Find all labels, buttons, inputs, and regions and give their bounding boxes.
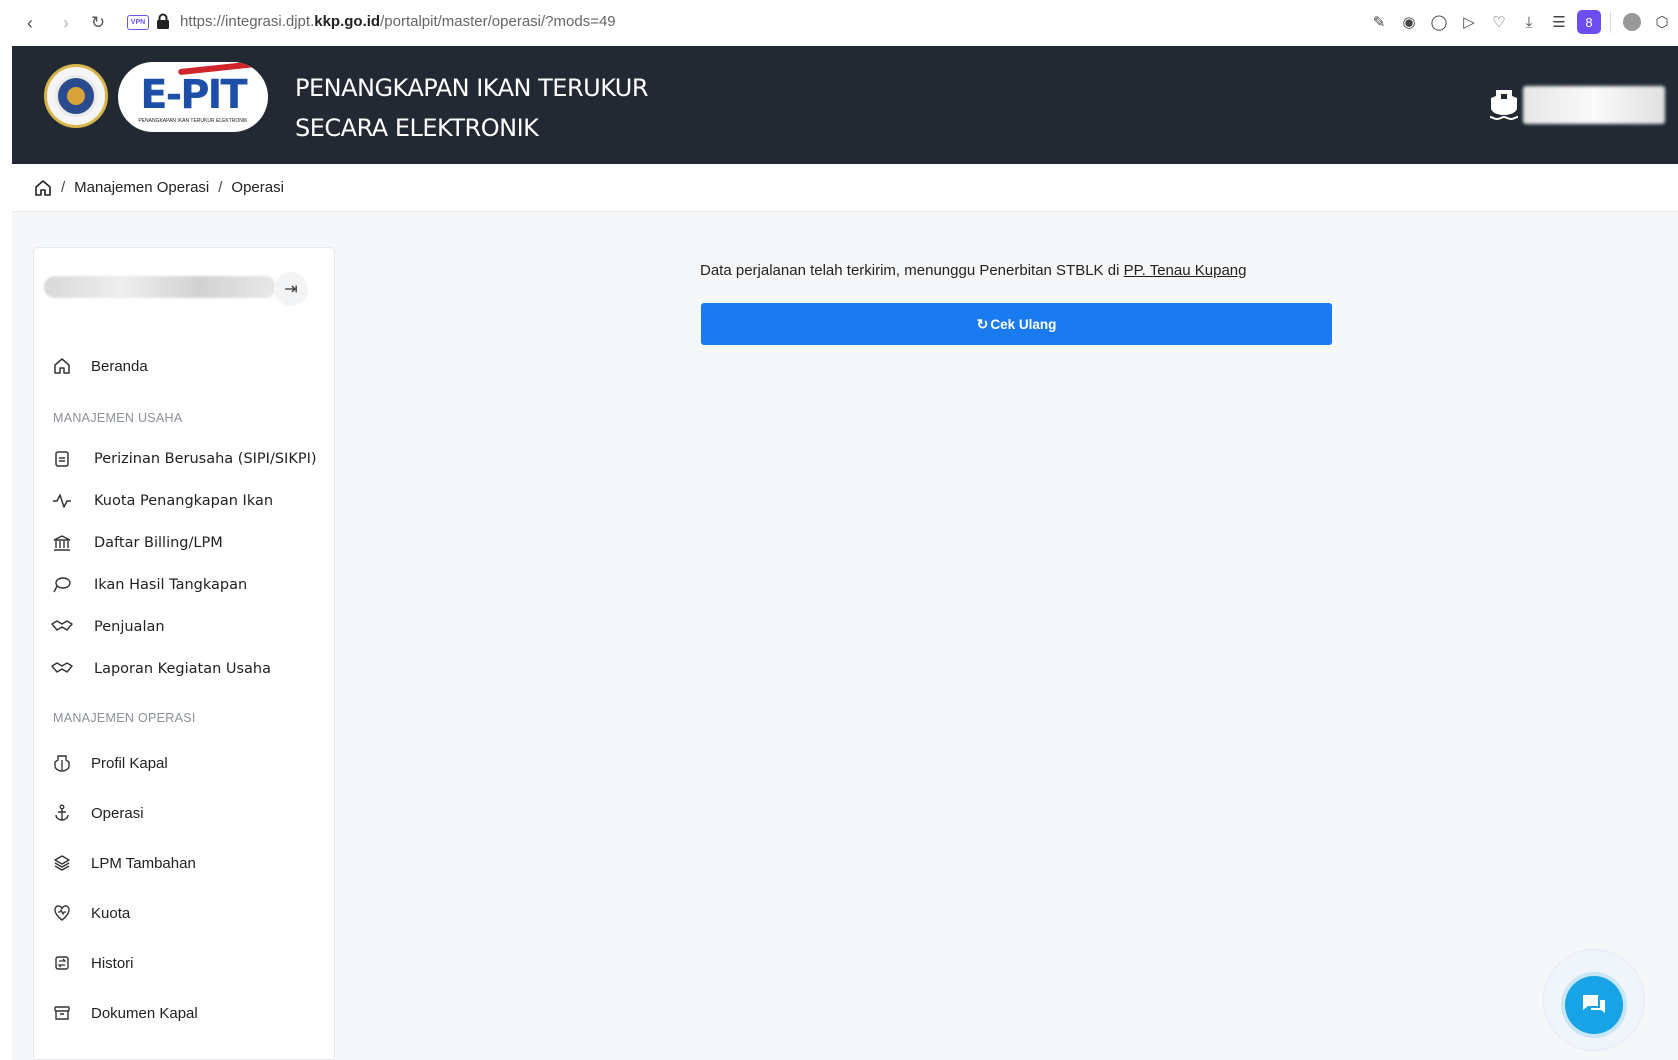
status-message: Data perjalanan telah terkirim, menunggu… (700, 262, 1360, 279)
breadcrumb-separator: / (61, 179, 66, 196)
epit-logo-subtext: PENANGKAPAN IKAN TERUKUR ELEKTRONIK (138, 118, 248, 124)
url-domain: kkp.go.id (314, 13, 381, 30)
vpn-badge[interactable]: VPN (127, 15, 149, 30)
sidebar-item-dokumen-kapal[interactable]: Dokumen Kapal (51, 998, 198, 1028)
app-title: PENANGKAPAN IKAN TERUKUR SECARA ELEKTRON… (295, 68, 649, 148)
breadcrumb-item-operasi: Operasi (231, 179, 284, 196)
document-icon (51, 448, 73, 470)
kkp-logo[interactable] (44, 64, 108, 128)
anchor-icon (51, 802, 73, 824)
lock-icon (156, 13, 170, 35)
refresh-icon: ↻ (976, 315, 989, 332)
app-title-line2: SECARA ELEKTRONIK (295, 114, 539, 142)
app-header: E-PIT PENANGKAPAN IKAN TERUKUR ELEKTRONI… (12, 46, 1678, 164)
chat-button[interactable] (1565, 976, 1623, 1034)
archive-icon (51, 1002, 73, 1024)
reload-icon[interactable]: ↻ (87, 12, 109, 34)
activity-icon (51, 490, 73, 512)
menu-icon[interactable]: ☰ (1547, 10, 1571, 34)
sidebar-item-daftar-billing[interactable]: Daftar Billing/LPM (51, 528, 223, 558)
edit-icon[interactable]: ✎ (1367, 10, 1391, 34)
handshake-icon (51, 658, 73, 680)
app-title-line1: PENANGKAPAN IKAN TERUKUR (295, 74, 649, 102)
handshake-icon (51, 616, 73, 638)
sidebar-item-profil-kapal[interactable]: Profil Kapal (51, 748, 168, 778)
sidebar-item-operasi[interactable]: Operasi (51, 798, 144, 828)
camera-icon[interactable]: ◉ (1397, 10, 1421, 34)
company-name-redacted (44, 276, 276, 298)
sidebar-item-kuota[interactable]: Kuota (51, 898, 130, 928)
browser-extensions: ✎ ◉ ◯ ▷ ♡ ⤓ ☰ 8 ⬡ (1367, 10, 1674, 34)
sidebar-item-kuota-penangkapan[interactable]: Kuota Penangkapan Ikan (51, 486, 273, 516)
breadcrumb-item-manajemen-operasi[interactable]: Manajemen Operasi (74, 179, 209, 196)
bank-icon (51, 532, 73, 554)
address-bar[interactable]: https://integrasi.djpt.kkp.go.id/portalp… (180, 13, 616, 30)
adblock-icon[interactable] (1620, 10, 1644, 34)
fish-icon (51, 574, 73, 596)
sidebar-item-ikan-hasil[interactable]: Ikan Hasil Tangkapan (51, 570, 247, 600)
breadcrumb-separator: / (218, 179, 223, 196)
url-prefix: https://integrasi.djpt. (180, 13, 315, 30)
ship-icon (51, 752, 73, 774)
sidebar-item-label: Kuota (91, 904, 131, 922)
sidebar-item-label: Ikan Hasil Tangkapan (94, 577, 248, 593)
home-icon[interactable] (34, 179, 52, 197)
epit-logo-text: E-PIT (140, 72, 247, 118)
sidebar-item-label: Laporan Kegiatan Usaha (94, 661, 272, 677)
sidebar-item-label: Penjualan (94, 619, 165, 635)
sidebar-item-perizinan[interactable]: Perizinan Berusaha (SIPI/SIKPI) (51, 444, 317, 474)
shield-icon[interactable]: ◯ (1427, 10, 1451, 34)
download-icon[interactable]: ⤓ (1517, 10, 1541, 34)
sidebar-item-laporan-kegiatan[interactable]: Laporan Kegiatan Usaha (51, 654, 271, 684)
layers-icon (51, 852, 73, 874)
sidebar-item-label: Kuota Penangkapan Ikan (94, 493, 274, 509)
sidebar-item-penjualan[interactable]: Penjualan (51, 612, 165, 642)
heart-pulse-icon (51, 902, 73, 924)
browser-toolbar: ‹ › ↻ VPN https://integrasi.djpt.kkp.go.… (0, 0, 1678, 46)
section-manajemen-operasi: MANAJEMEN OPERASI (53, 711, 196, 725)
cek-ulang-button[interactable]: ↻ Cek Ulang (701, 303, 1332, 345)
sidebar-item-label: Beranda (91, 357, 148, 375)
sidebar-item-histori[interactable]: Histori (51, 948, 134, 978)
breadcrumb: / Manajemen Operasi / Operasi (12, 164, 1678, 212)
user-name-redacted[interactable] (1523, 86, 1665, 124)
sidebar: ⇥ Beranda MANAJEMEN USAHA Perizinan Beru… (33, 247, 335, 1060)
port-link[interactable]: PP. Tenau Kupang (1124, 262, 1247, 279)
sidebar-item-label: Dokumen Kapal (91, 1004, 198, 1022)
sidebar-item-beranda[interactable]: Beranda (51, 351, 148, 381)
heart-icon[interactable]: ♡ (1487, 10, 1511, 34)
sidebar-item-label: Daftar Billing/LPM (94, 535, 223, 551)
play-icon[interactable]: ▷ (1457, 10, 1481, 34)
sidebar-item-lpm-tambahan[interactable]: LPM Tambahan (51, 848, 196, 878)
forward-icon[interactable]: › (55, 12, 77, 34)
chat-icon (1583, 995, 1605, 1013)
epit-logo[interactable]: E-PIT PENANGKAPAN IKAN TERUKUR ELEKTRONI… (118, 62, 268, 132)
url-path: /portalpit/master/operasi/?mods=49 (380, 13, 616, 30)
sidebar-item-label: Operasi (91, 804, 144, 822)
section-manajemen-usaha: MANAJEMEN USAHA (53, 411, 183, 425)
collapse-icon: ⇥ (284, 281, 298, 298)
home-icon (51, 355, 73, 377)
sidebar-item-label: Histori (91, 954, 134, 972)
extension-badge[interactable]: 8 (1577, 10, 1601, 34)
history-icon (51, 952, 73, 974)
back-icon[interactable]: ‹ (19, 12, 41, 34)
sidebar-item-label: Profil Kapal (91, 754, 168, 772)
cube-icon[interactable]: ⬡ (1650, 10, 1674, 34)
cek-ulang-label: Cek Ulang (990, 316, 1057, 332)
sidebar-item-label: LPM Tambahan (91, 854, 196, 872)
sidebar-item-label: Perizinan Berusaha (SIPI/SIKPI) (94, 451, 317, 467)
sidebar-collapse-button[interactable]: ⇥ (274, 272, 308, 306)
divider (1610, 11, 1611, 33)
ship-user-icon[interactable] (1488, 86, 1520, 127)
status-message-text: Data perjalanan telah terkirim, menunggu… (700, 262, 1124, 279)
window-edge (0, 46, 12, 1060)
